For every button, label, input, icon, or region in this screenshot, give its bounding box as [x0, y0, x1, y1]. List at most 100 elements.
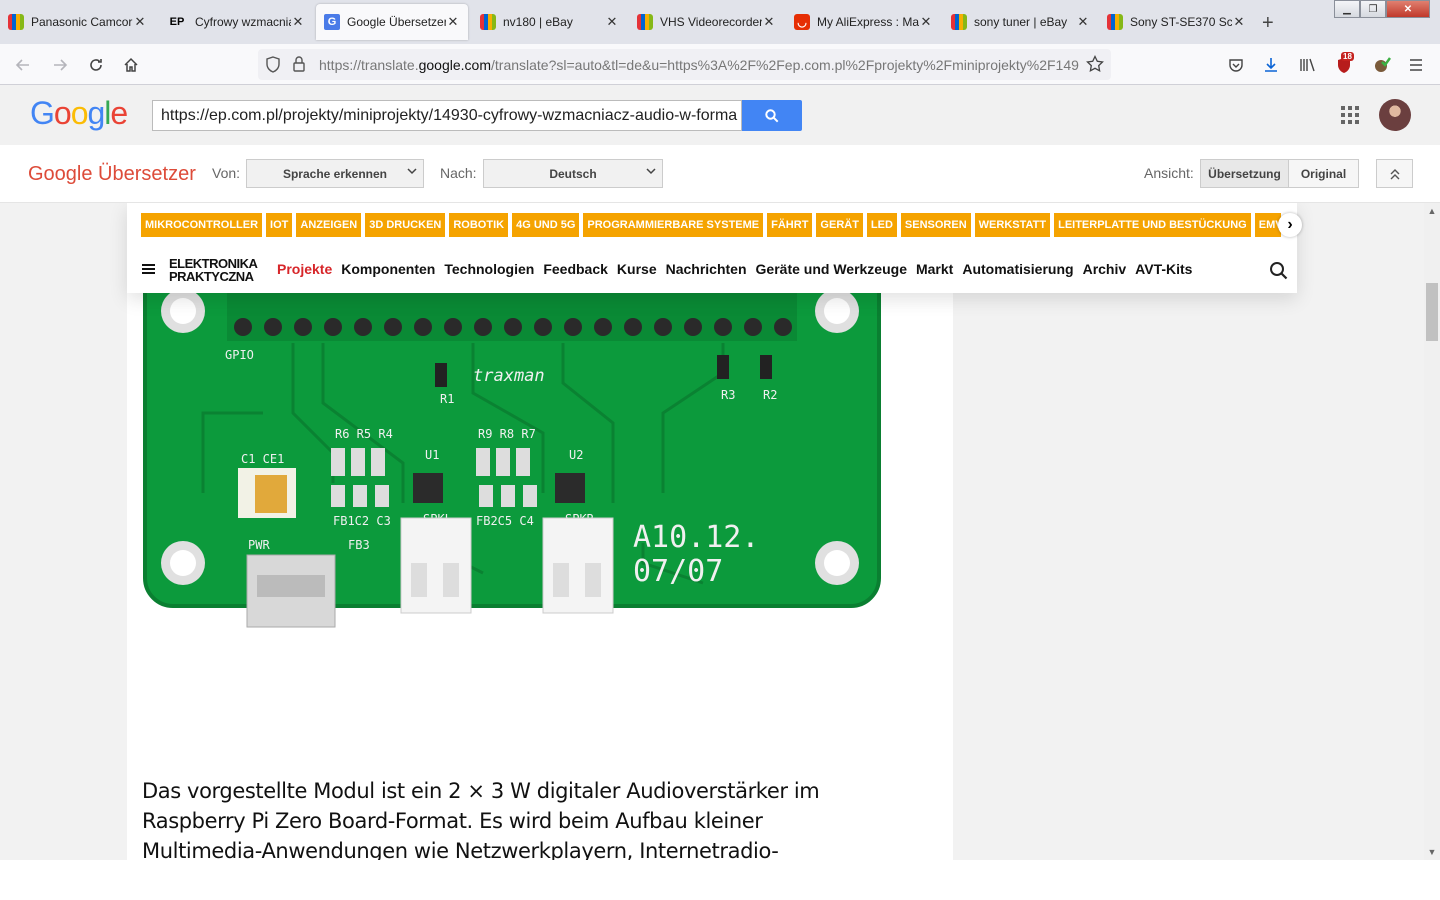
page-scrollbar[interactable]: ▲ ▼: [1424, 203, 1440, 860]
view-original-button[interactable]: Original: [1288, 159, 1359, 188]
article-paragraph: Das vorgestellte Modul ist ein 2 × 3 W d…: [142, 779, 820, 860]
close-icon[interactable]: ✕: [762, 14, 776, 30]
search-button[interactable]: [742, 100, 802, 131]
category-tag[interactable]: 3D DRUCKEN: [365, 213, 446, 237]
tracking-shield-icon[interactable]: [265, 56, 281, 78]
maximize-icon[interactable]: ❐: [1360, 0, 1386, 18]
browser-tab-active[interactable]: G Google Übersetzer ✕: [316, 4, 468, 40]
pocket-icon[interactable]: [1224, 53, 1248, 77]
browser-tab[interactable]: Panasonic Camcor ✕: [0, 4, 155, 40]
pcb-label-r1: R1: [440, 392, 454, 406]
scrollbar-thumb[interactable]: [1426, 283, 1438, 341]
pcb-label-gpio: GPIO: [225, 348, 254, 362]
ebay-favicon-icon: [8, 14, 24, 30]
category-tag[interactable]: LED: [866, 213, 897, 237]
google-logo[interactable]: Google: [30, 95, 128, 132]
site-header: MIKROCONTROLLER IOT ANZEIGEN 3D DRUCKEN …: [127, 203, 1302, 293]
translate-brand[interactable]: Google Übersetzer: [28, 163, 196, 186]
tab-title: Panasonic Camcor: [31, 15, 133, 29]
menu-item-archiv[interactable]: Archiv: [1083, 261, 1127, 277]
download-icon[interactable]: [1259, 53, 1283, 77]
menu-item-markt[interactable]: Markt: [916, 261, 953, 277]
reload-icon[interactable]: [84, 53, 108, 77]
window-close-icon[interactable]: ✕: [1386, 0, 1430, 18]
close-icon[interactable]: ✕: [1232, 14, 1246, 30]
close-icon[interactable]: ✕: [1076, 14, 1090, 30]
category-tag[interactable]: ROBOTIK: [449, 213, 509, 237]
back-arrow-icon[interactable]: [11, 53, 35, 77]
category-tag[interactable]: PROGRAMMIERBARE SYSTEME: [583, 213, 764, 237]
target-language-select[interactable]: Deutsch: [483, 159, 663, 188]
browser-tab[interactable]: VHS Videorecorder ✕: [629, 4, 784, 40]
pcb-label-fb1: FB1C2 C3: [333, 514, 391, 528]
chevron-down-icon: [646, 166, 656, 179]
menu-item-automatisierung[interactable]: Automatisierung: [962, 261, 1073, 277]
browser-tab[interactable]: Sony ST-SE370 Sch ✕: [1099, 4, 1254, 40]
site-search-icon[interactable]: [1269, 261, 1289, 281]
menu-item-avt-kits[interactable]: AVT-Kits: [1135, 261, 1192, 277]
browser-tab[interactable]: ◡ My AliExpress : Ma ✕: [786, 4, 941, 40]
pcb-label-fb3: FB3: [348, 538, 370, 552]
ebay-favicon-icon: [1107, 14, 1123, 30]
menu-item-feedback[interactable]: Feedback: [543, 261, 608, 277]
target-language-value: Deutsch: [549, 166, 597, 181]
category-tag[interactable]: MIKROCONTROLLER: [141, 213, 263, 237]
menu-item-nachrichten[interactable]: Nachrichten: [666, 261, 747, 277]
close-icon[interactable]: ✕: [605, 14, 619, 30]
menu-item-geraete[interactable]: Geräte und Werkzeuge: [756, 261, 907, 277]
chevron-down-icon: [407, 166, 417, 179]
close-icon[interactable]: ✕: [291, 14, 305, 30]
close-icon[interactable]: ✕: [919, 14, 933, 30]
site-menu-icon[interactable]: [142, 264, 155, 274]
apps-grid-icon[interactable]: [1341, 106, 1359, 124]
extension-check-icon[interactable]: [1370, 53, 1394, 77]
pcb-label-r3: R3: [721, 388, 735, 402]
menu-item-projekte[interactable]: Projekte: [277, 261, 332, 277]
menu-item-technologien[interactable]: Technologien: [444, 261, 534, 277]
minimize-icon[interactable]: ▁: [1334, 0, 1360, 18]
site-logo[interactable]: ELEKTRONIKA PRAKTYCZNA: [169, 257, 258, 283]
new-tab-plus-icon[interactable]: +: [1262, 12, 1274, 35]
menu-item-komponenten[interactable]: Komponenten: [341, 261, 435, 277]
library-icon[interactable]: [1296, 53, 1320, 77]
bookmark-star-icon[interactable]: [1086, 54, 1104, 78]
view-translation-button[interactable]: Übersetzung: [1200, 159, 1289, 188]
category-tag[interactable]: LEITERPLATTE UND BESTÜCKUNG: [1054, 213, 1251, 237]
category-tag[interactable]: 4G UND 5G: [512, 213, 580, 237]
url-text[interactable]: https://translate.google.com/translate?s…: [319, 57, 1079, 73]
pcb-label-u2: U2: [569, 448, 583, 462]
avatar[interactable]: [1379, 99, 1411, 131]
close-icon[interactable]: ✕: [133, 14, 147, 30]
search-icon: [765, 108, 779, 122]
source-language-value: Sprache erkennen: [282, 166, 388, 181]
browser-tab[interactable]: sony tuner | eBay ✕: [943, 4, 1098, 40]
category-tag[interactable]: WERKSTATT: [974, 213, 1051, 237]
menu-hamburger-icon[interactable]: [1404, 53, 1428, 77]
category-tag[interactable]: ANZEIGEN: [296, 213, 362, 237]
double-chevron-up-icon: [1390, 168, 1399, 179]
browser-nav-bar: https://translate.google.com/translate?s…: [0, 44, 1440, 85]
home-icon[interactable]: [119, 53, 143, 77]
chevron-right-icon[interactable]: ›: [1278, 213, 1302, 237]
category-tag[interactable]: IOT: [266, 213, 293, 237]
translate-url-input[interactable]: https://ep.com.pl/projekty/miniprojekty/…: [152, 100, 742, 131]
lock-icon[interactable]: [292, 56, 306, 77]
menu-item-kurse[interactable]: Kurse: [617, 261, 657, 277]
tab-title: nv180 | eBay: [503, 15, 573, 29]
ep-favicon-icon: EP: [169, 16, 185, 28]
browser-tab[interactable]: nv180 | eBay ✕: [472, 4, 627, 40]
from-label: Von:: [212, 165, 241, 181]
category-tag[interactable]: GERÄT: [816, 213, 863, 237]
scroll-up-icon[interactable]: ▲: [1424, 203, 1440, 219]
category-tag[interactable]: SENSOREN: [900, 213, 971, 237]
category-tag[interactable]: FÄHRT: [767, 213, 813, 237]
aliexpress-favicon-icon: ◡: [794, 14, 810, 30]
forward-arrow-icon[interactable]: [48, 53, 72, 77]
url-bar[interactable]: https://translate.google.com/translate?s…: [258, 49, 1111, 80]
close-icon[interactable]: ✕: [446, 14, 460, 30]
collapse-toolbar-button[interactable]: [1376, 159, 1413, 188]
window-controls: ▁ ❐ ✕: [1334, 0, 1430, 18]
browser-tab[interactable]: EP Cyfrowy wzmacnia ✕: [158, 4, 313, 40]
scroll-down-icon[interactable]: ▼: [1424, 844, 1440, 860]
source-language-select[interactable]: Sprache erkennen: [246, 159, 424, 188]
